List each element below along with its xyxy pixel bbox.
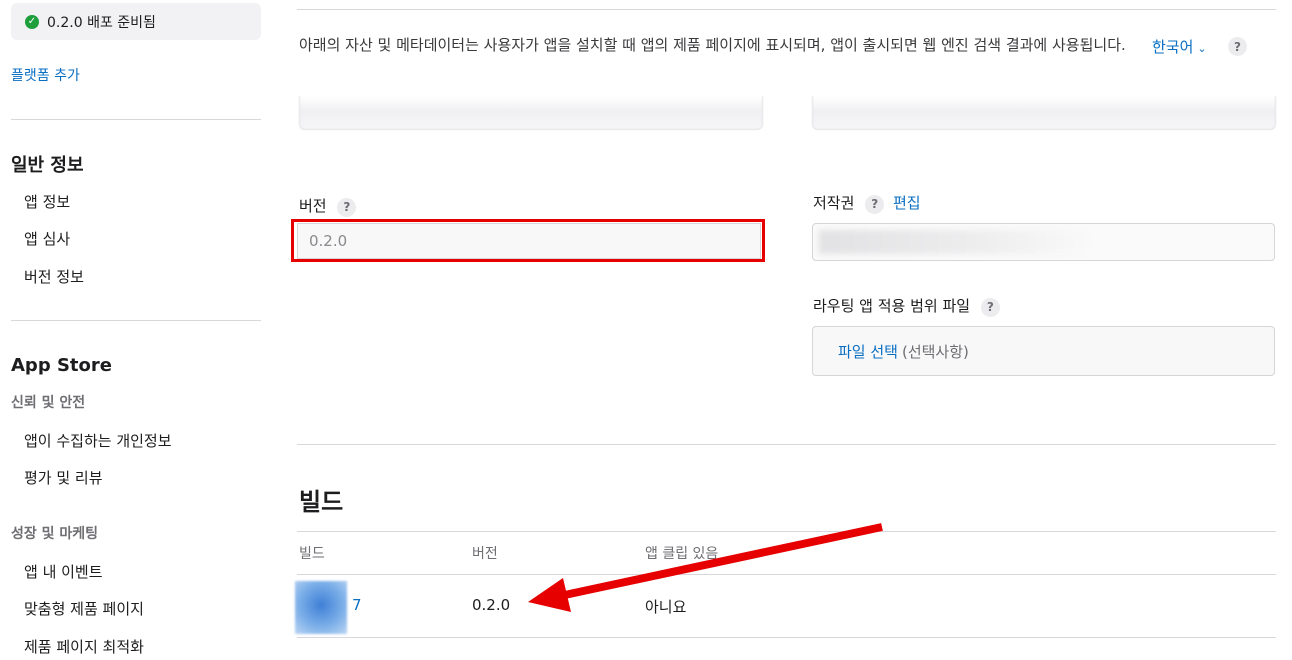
table-divider xyxy=(297,531,1276,532)
redacted-field[interactable] xyxy=(299,96,763,130)
help-icon[interactable]: ? xyxy=(980,297,1000,317)
version-label: 버전 xyxy=(299,197,327,215)
app-clip-value: 아니요 xyxy=(645,598,687,616)
copyright-label: 저작권 xyxy=(813,194,855,212)
build-number-link[interactable]: 7 xyxy=(352,596,362,614)
sidebar-item-in-app-events[interactable]: 앱 내 이벤트 xyxy=(24,561,103,582)
choose-file-link[interactable]: 파일 선택 xyxy=(838,341,898,362)
help-icon[interactable]: ? xyxy=(337,197,357,217)
section-title-general: 일반 정보 xyxy=(11,155,84,176)
table-header-version: 버전 xyxy=(472,546,498,562)
main-content: 아래의 자산 및 메타데이터는 사용자가 앱을 설치할 때 앱의 제품 페이지에… xyxy=(291,0,1276,660)
sidebar-item-ratings-reviews[interactable]: 평가 및 리뷰 xyxy=(24,467,103,488)
copyright-edit-link[interactable]: 편집 xyxy=(893,194,921,212)
redacted-text xyxy=(819,230,1099,254)
sidebar: ✓ 0.2.0 배포 준비됨 플랫폼 추가 일반 정보 앱 정보 앱 심사 버전… xyxy=(0,0,272,660)
app-icon xyxy=(295,581,347,634)
sidebar-item-app-info[interactable]: 앱 정보 xyxy=(24,191,70,212)
help-icon[interactable]: ? xyxy=(1228,37,1247,56)
routing-file-dropzone[interactable]: 파일 선택 (선택사항) xyxy=(812,326,1275,376)
sidebar-item-privacy[interactable]: 앱이 수집하는 개인정보 xyxy=(24,430,172,451)
redacted-field[interactable] xyxy=(812,96,1276,130)
subsection-title-trust: 신뢰 및 안전 xyxy=(11,395,86,411)
build-version-value: 0.2.0 xyxy=(472,596,511,614)
table-divider xyxy=(297,574,1276,575)
copyright-label-row: 저작권 ? 편집 xyxy=(813,192,921,214)
routing-file-label: 라우팅 앱 적용 범위 파일 xyxy=(813,297,971,315)
version-status-item[interactable]: ✓ 0.2.0 배포 준비됨 xyxy=(11,3,261,40)
version-label-row: 버전 ? xyxy=(299,195,357,217)
sidebar-item-version-info[interactable]: 버전 정보 xyxy=(24,266,84,287)
table-header-app-clip: 앱 클립 있음 xyxy=(645,546,719,562)
metadata-description: 아래의 자산 및 메타데이터는 사용자가 앱을 설치할 때 앱의 제품 페이지에… xyxy=(299,36,1126,54)
sidebar-item-custom-product-pages[interactable]: 맞춤형 제품 페이지 xyxy=(24,598,144,619)
build-section-title: 빌드 xyxy=(299,488,344,516)
sidebar-item-app-review[interactable]: 앱 심사 xyxy=(24,228,70,249)
add-platform-link[interactable]: 플랫폼 추가 xyxy=(11,65,80,85)
table-divider xyxy=(297,637,1276,638)
section-divider xyxy=(297,444,1276,445)
language-label: 한국어 xyxy=(1152,38,1194,56)
section-title-appstore: App Store xyxy=(11,355,112,376)
table-header-build: 빌드 xyxy=(299,546,325,562)
checkmark-icon: ✓ xyxy=(25,14,39,29)
chevron-down-icon: ⌄ xyxy=(1197,42,1207,55)
language-selector[interactable]: 한국어 ⌄ xyxy=(1152,36,1207,57)
version-field[interactable] xyxy=(297,223,761,259)
subsection-title-growth: 성장 및 마케팅 xyxy=(11,526,99,542)
sidebar-item-product-page-optimization[interactable]: 제품 페이지 최적화 xyxy=(24,636,144,657)
routing-label-row: 라우팅 앱 적용 범위 파일 ? xyxy=(813,295,1000,317)
sidebar-divider xyxy=(11,320,261,321)
sidebar-divider xyxy=(11,119,261,120)
section-divider xyxy=(297,9,1276,10)
optional-label: (선택사항) xyxy=(901,342,969,361)
version-input[interactable] xyxy=(298,224,760,258)
help-icon[interactable]: ? xyxy=(865,194,885,214)
version-status-label: 0.2.0 배포 준비됨 xyxy=(47,14,156,31)
copyright-field[interactable] xyxy=(812,223,1275,261)
